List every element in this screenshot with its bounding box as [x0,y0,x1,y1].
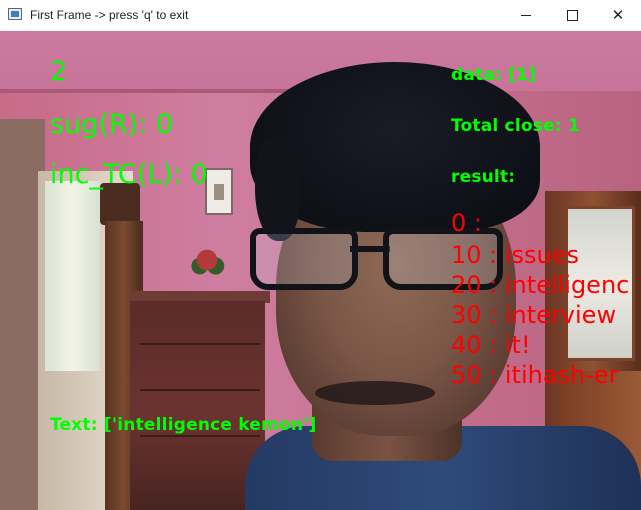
dresser-drawer-line [140,435,260,437]
flower-vase [183,239,231,299]
count-value: 2 [50,56,68,87]
sug-r-label: sug(R): 0 [50,109,174,140]
dresser-drawer-line [140,389,260,391]
inc-tc-l-label: inc_TC(L): 0 [50,159,208,190]
total-close-label: Total close: 1 [451,116,580,136]
result-line: 50 : itihash-er [451,361,619,389]
dresser-drawer-line [140,343,260,345]
result-line: 0 : [451,209,482,237]
close-button[interactable]: ✕ [595,0,641,31]
result-line: 40 : it! [451,331,531,359]
result-line: 20 : intelligenc [451,271,630,299]
camera-frame: 2 sug(R): 0 inc_TC(L): 0 data: [1] Total… [0,31,641,510]
window-title: First Frame -> press 'q' to exit [30,8,189,22]
left-lens [250,228,358,290]
result-line: 30 : interview [451,301,617,329]
mustache [315,381,435,405]
result-line: 10 : issues [451,241,580,269]
recognized-text: Text: ['intelligence kemon'] [50,415,317,435]
minimize-icon [521,15,531,16]
app-icon [8,8,22,20]
title-bar[interactable]: First Frame -> press 'q' to exit ✕ [0,0,641,31]
minimize-button[interactable] [503,0,549,31]
maximize-button[interactable] [549,0,595,31]
result-label: result: [451,167,516,187]
opencv-window: First Frame -> press 'q' to exit ✕ 2 sug… [0,0,641,510]
data-label: data: [1] [451,65,537,85]
ceiling-edge [0,89,300,93]
curtain [45,181,100,371]
wall-picture [205,168,233,215]
maximize-icon [566,10,578,21]
close-icon: ✕ [611,6,625,24]
